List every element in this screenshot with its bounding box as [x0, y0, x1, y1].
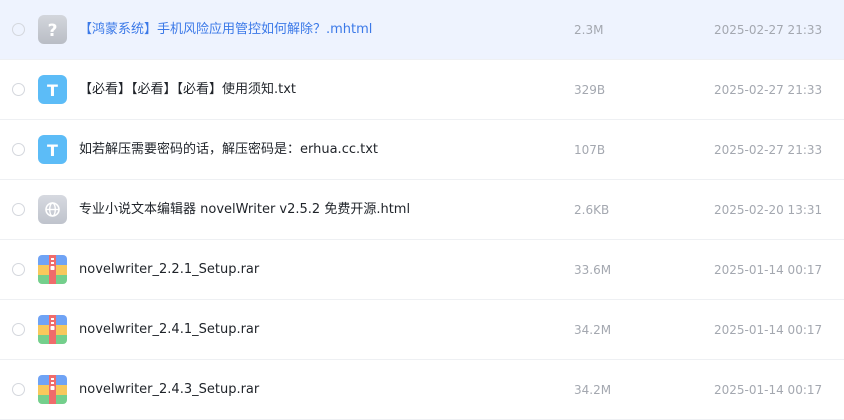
web-file-icon: [38, 195, 67, 224]
file-date: 2025-01-14 00:17: [714, 323, 823, 337]
file-size: 34.2M: [574, 323, 612, 337]
file-list: ? 【鸿蒙系统】手机风险应用管控如何解除？.mhtml 2.3M 2025-02…: [0, 0, 844, 420]
file-row[interactable]: novelwriter_2.4.1_Setup.rar 34.2M 2025-0…: [0, 300, 844, 360]
row-select-radio[interactable]: [12, 143, 25, 156]
row-select-radio[interactable]: [12, 83, 25, 96]
archive-file-icon: [38, 255, 67, 284]
file-size: 2.3M: [574, 23, 604, 37]
file-name[interactable]: 【必看】【必看】【必看】使用须知.txt: [79, 60, 296, 120]
row-select-radio[interactable]: [12, 383, 25, 396]
file-size: 2.6KB: [574, 203, 610, 217]
row-select-radio[interactable]: [12, 23, 25, 36]
file-name[interactable]: novelwriter_2.4.1_Setup.rar: [79, 300, 259, 360]
file-date: 2025-01-14 00:17: [714, 383, 823, 397]
archive-file-icon: [38, 315, 67, 344]
row-select-radio[interactable]: [12, 263, 25, 276]
row-select-radio[interactable]: [12, 203, 25, 216]
file-date: 2025-02-20 13:31: [714, 203, 823, 217]
file-row[interactable]: ? 【鸿蒙系统】手机风险应用管控如何解除？.mhtml 2.3M 2025-02…: [0, 0, 844, 60]
file-name[interactable]: novelwriter_2.2.1_Setup.rar: [79, 240, 259, 300]
row-select-radio[interactable]: [12, 323, 25, 336]
text-file-icon: T: [38, 135, 67, 164]
file-name[interactable]: 如若解压需要密码的话，解压密码是：erhua.cc.txt: [79, 120, 378, 180]
file-row[interactable]: T 【必看】【必看】【必看】使用须知.txt 329B 2025-02-27 2…: [0, 60, 844, 120]
unknown-file-icon: ?: [38, 15, 67, 44]
file-date: 2025-02-27 21:33: [714, 83, 823, 97]
file-size: 34.2M: [574, 383, 612, 397]
text-file-icon: T: [38, 75, 67, 104]
file-name[interactable]: 专业小说文本编辑器 novelWriter v2.5.2 免费开源.html: [79, 180, 410, 240]
file-date: 2025-01-14 00:17: [714, 263, 823, 277]
archive-file-icon: [38, 375, 67, 404]
svg-text:T: T: [47, 141, 58, 160]
file-row[interactable]: novelwriter_2.4.3_Setup.rar 34.2M 2025-0…: [0, 360, 844, 420]
file-row[interactable]: novelwriter_2.2.1_Setup.rar 33.6M 2025-0…: [0, 240, 844, 300]
file-date: 2025-02-27 21:33: [714, 143, 823, 157]
file-size: 329B: [574, 83, 606, 97]
file-date: 2025-02-27 21:33: [714, 23, 823, 37]
file-size: 33.6M: [574, 263, 612, 277]
file-row[interactable]: T 如若解压需要密码的话，解压密码是：erhua.cc.txt 107B 202…: [0, 120, 844, 180]
file-name[interactable]: 【鸿蒙系统】手机风险应用管控如何解除？.mhtml: [79, 0, 372, 60]
svg-text:T: T: [47, 81, 58, 100]
svg-text:?: ?: [48, 21, 58, 41]
file-row[interactable]: 专业小说文本编辑器 novelWriter v2.5.2 免费开源.html 2…: [0, 180, 844, 240]
file-name[interactable]: novelwriter_2.4.3_Setup.rar: [79, 360, 259, 420]
file-size: 107B: [574, 143, 606, 157]
